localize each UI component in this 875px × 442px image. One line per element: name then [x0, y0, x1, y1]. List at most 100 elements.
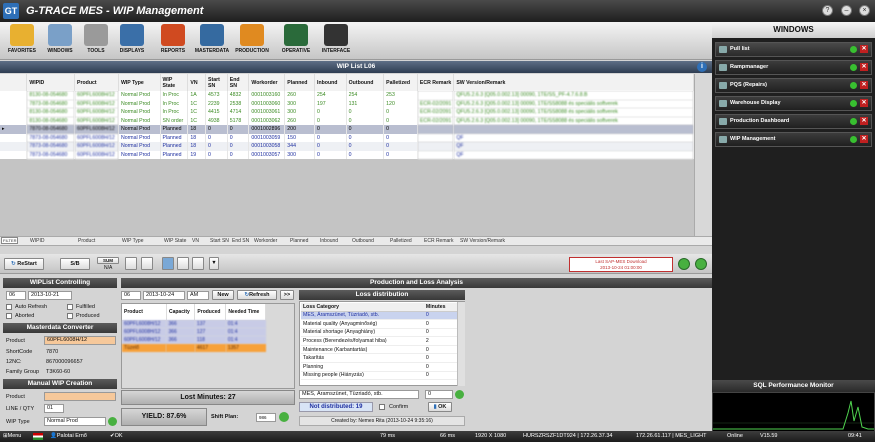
wip-type-select[interactable]: Normal Prod — [44, 417, 106, 426]
loss-minutes-input[interactable]: 0 — [425, 390, 453, 399]
toolbar-tools-button[interactable]: TOOLS — [76, 23, 116, 59]
loss-row[interactable]: MES, Áramszünet, Tüzriadó, stb. 0 — [301, 311, 457, 321]
toolbar-reports-button[interactable]: REPORTS — [153, 23, 193, 59]
ampm-select[interactable]: AM — [187, 291, 209, 300]
loss-row[interactable]: Missing people (Hiányzás) 0 — [301, 371, 457, 381]
pla-row[interactable]: 60PFL6008H/12 366 118 01:4 — [122, 336, 266, 344]
list-icon[interactable] — [125, 257, 137, 270]
filter-label[interactable]: Workorder — [254, 238, 277, 244]
column-header[interactable]: ECR Remark — [417, 74, 455, 91]
date-select[interactable]: 2013-10-21 — [28, 291, 72, 300]
go-icon[interactable] — [695, 258, 707, 270]
close-window-icon[interactable]: ✕ — [860, 63, 868, 71]
table-row[interactable]: ▸ 7870-08-054680 60PFL6008H/12 Normal Prod P… — [0, 125, 694, 134]
filter-label[interactable]: Palletized — [390, 238, 412, 244]
shift-plan-ok-icon[interactable] — [279, 412, 289, 422]
filter-label[interactable]: End SN — [232, 238, 249, 244]
filter-label[interactable]: Product — [78, 238, 95, 244]
loss-scrollbar[interactable] — [457, 302, 465, 386]
table-row[interactable]: 7873-08-054680 60PFL6008H/12 Normal Prod Pl… — [0, 150, 694, 159]
ok-button[interactable]: ▮ OK — [428, 402, 452, 412]
wip-scrollbar[interactable] — [694, 74, 712, 236]
tools-small-icon[interactable] — [192, 257, 204, 270]
filter-label[interactable]: ECR Remark — [424, 238, 453, 244]
close-icon[interactable]: × — [859, 5, 870, 16]
pla-date-select[interactable]: 2013-10-24 — [143, 291, 185, 300]
pla-row[interactable]: 60PFL6008H/12 366 137 01:4 — [122, 320, 266, 328]
table-row[interactable]: 7873-08-054680 60PFL6008H/12 Normal Prod In… — [0, 99, 694, 108]
table-row[interactable]: 7873-08-054680 60PFL6008H/12 Normal Prod Pl… — [0, 142, 694, 151]
filter-label[interactable]: Start SN — [210, 238, 229, 244]
window-item[interactable]: Rampmanager ✕ — [715, 60, 872, 75]
day-select[interactable]: 06 — [6, 291, 26, 300]
help-icon[interactable]: ? — [822, 5, 833, 16]
filter-label[interactable]: Planned — [290, 238, 308, 244]
line-select[interactable]: 01 — [44, 404, 64, 413]
toolbar-masterdata-button[interactable]: MASTERDATA — [192, 23, 232, 59]
pla-column-header[interactable]: Produced — [194, 304, 227, 320]
toolbar-production-button[interactable]: PRODUCTION — [232, 23, 272, 59]
pla-day-select[interactable]: 06 — [121, 291, 141, 300]
filter-label[interactable]: Outbound — [352, 238, 374, 244]
filter-label[interactable]: WIPID — [30, 238, 44, 244]
info-icon[interactable]: i — [697, 62, 707, 72]
column-header[interactable]: Product — [74, 74, 119, 91]
toolbar-displays-button[interactable]: DISPLAYS — [112, 23, 152, 59]
loss-row[interactable]: Maintenance (Karbantartás) 0 — [301, 345, 457, 355]
window-item[interactable]: PQS (Repairs) ✕ — [715, 78, 872, 93]
column-header[interactable]: WIP Type — [118, 74, 161, 91]
restart-button[interactable]: ↻ ReStart — [4, 258, 44, 270]
loss-row[interactable]: Planning 0 — [301, 362, 457, 372]
confirm-checkbox[interactable] — [379, 404, 385, 410]
sb-button[interactable]: S/B — [60, 258, 90, 270]
auto-refresh-checkbox[interactable] — [6, 304, 12, 310]
pla-row[interactable]: Tüzelő 4617 1357 — [122, 344, 266, 352]
window-item[interactable]: Production Dashboard ✕ — [715, 114, 872, 129]
close-window-icon[interactable]: ✕ — [860, 135, 868, 143]
table-icon[interactable] — [141, 257, 153, 270]
filter-label[interactable]: WIP State — [164, 238, 186, 244]
manual-product-field[interactable] — [44, 392, 116, 401]
filter-label[interactable]: SW Version/Remark — [460, 238, 505, 244]
column-header[interactable]: WIP State — [160, 74, 189, 91]
close-window-icon[interactable]: ✕ — [860, 117, 868, 125]
fulfilled-checkbox[interactable] — [67, 304, 73, 310]
window-item[interactable]: Pull list ✕ — [715, 42, 872, 57]
window-item[interactable]: Warehouse Display ✕ — [715, 96, 872, 111]
pla-column-header[interactable]: Needed Time — [225, 304, 266, 320]
column-header[interactable]: Palletized — [383, 74, 418, 91]
toolbar-interface-button[interactable]: INTERFACE — [316, 23, 356, 59]
play-icon[interactable] — [678, 258, 690, 270]
close-window-icon[interactable]: ✕ — [860, 81, 868, 89]
new-button[interactable]: New — [212, 290, 234, 300]
toolbar-favorites-button[interactable]: FAVORITES — [2, 23, 42, 59]
refresh-button[interactable]: ↻Refresh — [237, 290, 277, 300]
loss-row[interactable]: Process (Berendezés/folyamat hiba) 2 — [301, 336, 457, 346]
loss-row[interactable]: Takarítás 0 — [301, 353, 457, 364]
column-header[interactable]: WIPID — [26, 74, 76, 91]
column-header[interactable]: Outbound — [346, 74, 385, 91]
shift-plan-input[interactable]: 986 — [256, 413, 276, 422]
close-window-icon[interactable]: ✕ — [860, 45, 868, 53]
minimize-icon[interactable]: – — [841, 5, 852, 16]
table-row[interactable]: 8130-08-054680 60PFL6008H/12 Normal Prod In… — [0, 91, 694, 100]
loss-row[interactable]: Material quality (Anyagminőség) 0 — [301, 319, 457, 329]
product-field[interactable]: 60PFL6008H/12 — [44, 336, 116, 345]
toolbar-operative-button[interactable]: OPERATIVE — [276, 23, 316, 59]
pla-column-header[interactable]: Product — [122, 304, 167, 320]
arrow-down-icon[interactable]: ▼ — [209, 257, 219, 270]
filter-label[interactable]: VN — [192, 238, 199, 244]
column-header[interactable]: Start SN — [205, 74, 228, 91]
aborted-checkbox[interactable] — [6, 313, 12, 319]
sum-select[interactable]: SUM — [97, 257, 119, 264]
filter-label[interactable]: WIP Type — [122, 238, 144, 244]
column-header[interactable]: End SN — [227, 74, 250, 91]
menu-button[interactable]: ⊞ Menu — [3, 431, 21, 442]
filter-label[interactable]: Inbound — [320, 238, 338, 244]
pla-row[interactable]: 60PFL6008H/12 366 127 01:4 — [122, 328, 266, 336]
close-window-icon[interactable]: ✕ — [860, 99, 868, 107]
people-icon[interactable] — [162, 257, 174, 270]
table-row[interactable]: 7873-08-054680 60PFL6008H/12 Normal Prod Pl… — [0, 133, 694, 142]
edit-icon[interactable] — [177, 257, 189, 270]
produced-checkbox[interactable] — [67, 313, 73, 319]
